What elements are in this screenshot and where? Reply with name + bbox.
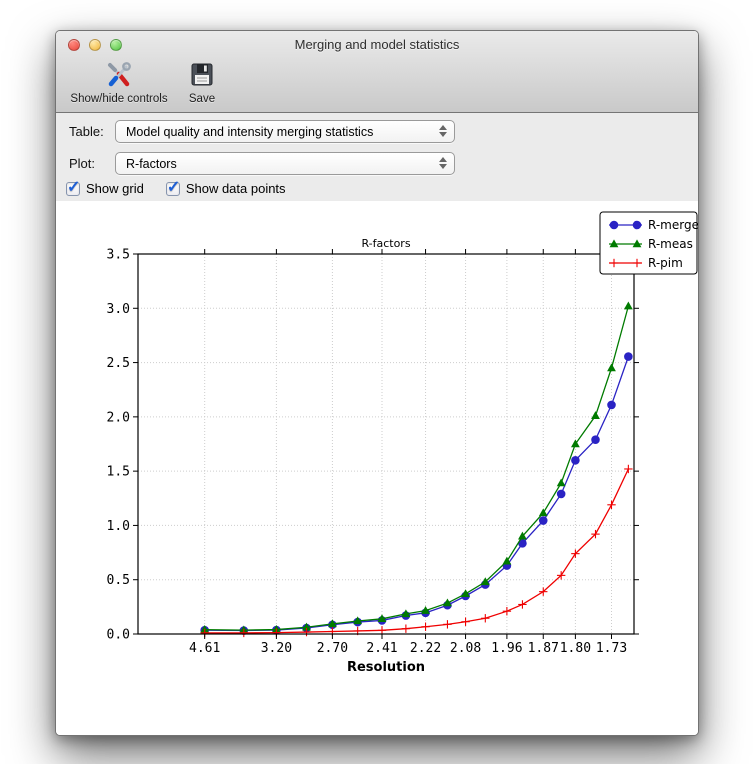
svg-text:2.41: 2.41 — [366, 641, 397, 656]
svg-text:0.5: 0.5 — [107, 573, 130, 588]
table-label: Table: — [69, 124, 115, 139]
checkbox-label: Show grid — [86, 181, 144, 196]
toolbar-button-label: Save — [189, 93, 215, 105]
legend: R-merge R-meas R-pim — [600, 212, 699, 274]
tools-icon — [105, 59, 133, 91]
save-icon — [189, 59, 215, 91]
svg-text:1.5: 1.5 — [107, 465, 130, 480]
svg-text:2.0: 2.0 — [107, 410, 130, 425]
checkbox-label: Show data points — [186, 181, 286, 196]
svg-text:3.5: 3.5 — [107, 248, 130, 263]
svg-text:4.61: 4.61 — [189, 641, 220, 656]
series-r-pim — [200, 465, 632, 637]
svg-text:3.0: 3.0 — [107, 302, 130, 317]
toolbar-button-label: Show/hide controls — [70, 93, 167, 105]
save-button[interactable]: Save — [178, 59, 226, 105]
svg-text:2.70: 2.70 — [317, 641, 348, 656]
svg-text:2.22: 2.22 — [410, 641, 441, 656]
svg-text:R-factors: R-factors — [361, 237, 410, 250]
show-hide-controls-button[interactable]: Show/hide controls — [64, 59, 174, 105]
plot-dropdown-value: R-factors — [126, 157, 177, 171]
titlebar[interactable]: Merging and model statistics — [56, 31, 698, 57]
table-dropdown-value: Model quality and intensity merging stat… — [126, 125, 373, 139]
svg-text:1.73: 1.73 — [596, 641, 627, 656]
legend-label: R-pim — [648, 256, 683, 270]
window-chrome: Merging and model statistics Show/hide c… — [56, 31, 698, 113]
checkbox-box[interactable]: ✓ — [66, 182, 80, 196]
checkmark-icon: ✓ — [67, 177, 80, 197]
plot-canvas: 0.0 0.5 1.0 1.5 2.0 2.5 3.0 3.5 4.61 3.20 2.70 2.41… — [56, 201, 699, 736]
window-title: Merging and model statistics — [56, 37, 698, 52]
toolbar: Show/hide controls Save — [56, 57, 698, 113]
controls-panel: Table: Model quality and intensity mergi… — [56, 113, 698, 201]
table-dropdown[interactable]: Model quality and intensity merging stat… — [115, 120, 455, 143]
r-factors-chart: 0.0 0.5 1.0 1.5 2.0 2.5 3.0 3.5 4.61 3.20 2.70 2.41… — [56, 201, 699, 736]
show-grid-checkbox[interactable]: ✓ Show grid — [66, 181, 144, 196]
legend-label: R-merge — [648, 218, 699, 232]
svg-text:0.0: 0.0 — [107, 628, 130, 643]
dropdown-stepper-icon — [439, 157, 447, 169]
plot-label: Plot: — [69, 156, 115, 171]
svg-text:Resolution: Resolution — [347, 660, 425, 675]
svg-text:1.96: 1.96 — [491, 641, 522, 656]
app-window: Merging and model statistics Show/hide c… — [55, 30, 699, 736]
plot-dropdown[interactable]: R-factors — [115, 152, 455, 175]
series-r-meas — [200, 302, 632, 634]
svg-text:1.80: 1.80 — [560, 641, 591, 656]
series-r-merge — [201, 353, 632, 635]
svg-text:1.87: 1.87 — [528, 641, 559, 656]
svg-text:2.08: 2.08 — [450, 641, 481, 656]
svg-text:3.20: 3.20 — [261, 641, 292, 656]
show-data-points-checkbox[interactable]: ✓ Show data points — [166, 181, 286, 196]
svg-text:2.5: 2.5 — [107, 356, 130, 371]
dropdown-stepper-icon — [439, 125, 447, 137]
axes — [133, 249, 639, 639]
svg-text:1.0: 1.0 — [107, 519, 130, 534]
legend-label: R-meas — [648, 237, 693, 251]
checkbox-box[interactable]: ✓ — [166, 182, 180, 196]
checkmark-icon: ✓ — [167, 177, 180, 197]
